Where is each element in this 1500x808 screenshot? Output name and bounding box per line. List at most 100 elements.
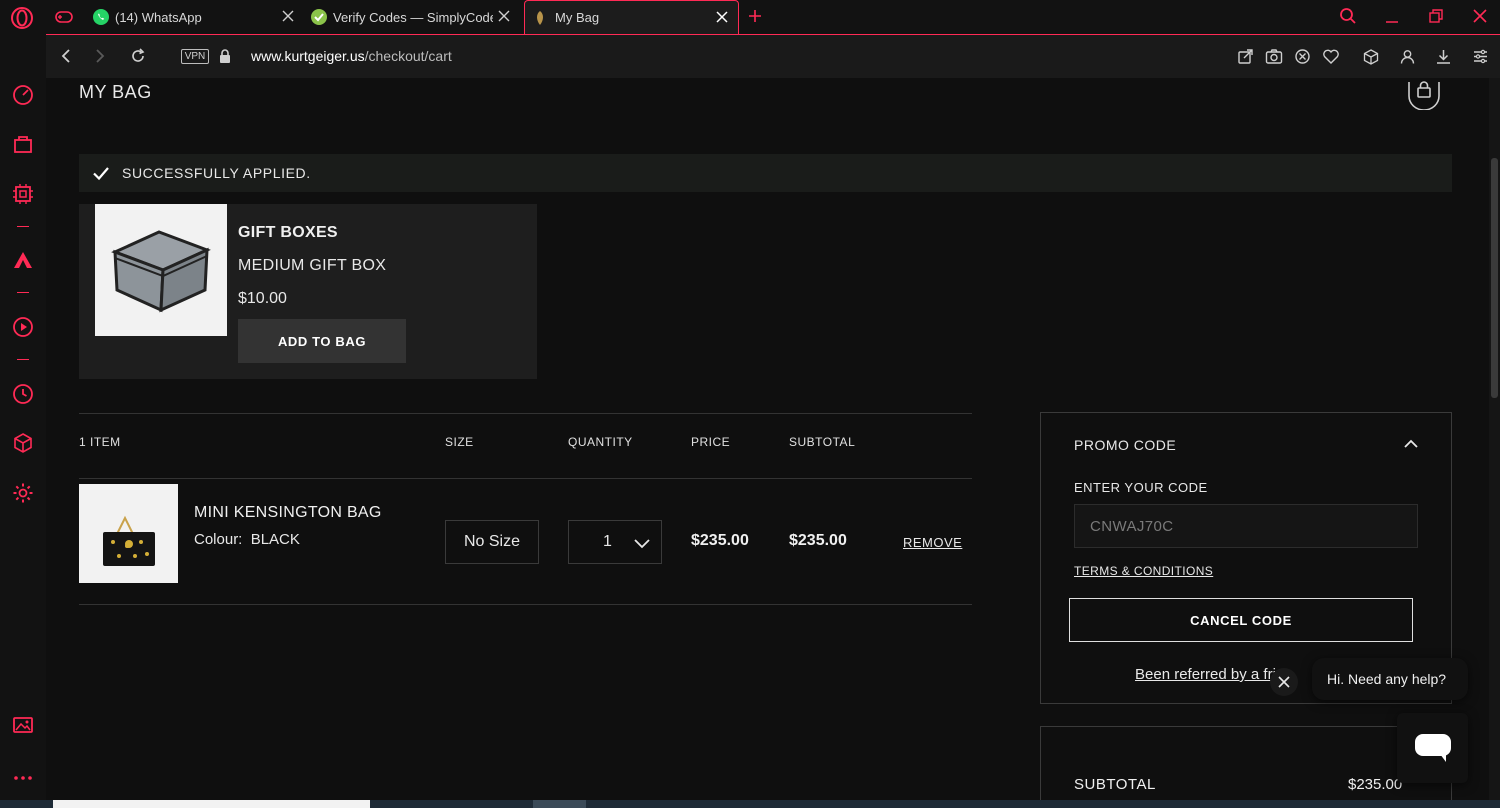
items-count-header: 1 ITEM [79, 435, 121, 449]
forward-icon[interactable] [92, 48, 108, 64]
easy-setup-menu-icon[interactable] [1472, 48, 1489, 65]
kurt-geiger-favicon-icon [533, 10, 547, 26]
summary-subtotal-label: SUBTOTAL [1074, 776, 1156, 793]
promo-title[interactable]: PROMO CODE [1074, 437, 1176, 453]
subtotal-header: SUBTOTAL [789, 435, 856, 449]
notice-text: SUCCESSFULLY APPLIED. [122, 165, 311, 181]
chevron-down-icon [633, 536, 651, 549]
page-title: MY BAG [79, 82, 152, 102]
remove-link[interactable]: REMOVE [903, 535, 962, 550]
history-icon[interactable] [11, 382, 35, 406]
divider [79, 413, 972, 414]
tab-bar: (14) WhatsApp Verify Codes — SimplyCodes… [0, 0, 1500, 34]
gift-name: MEDIUM GIFT BOX [238, 257, 387, 274]
tab-title: (14) WhatsApp [115, 9, 202, 25]
address-bar: VPN www.kurtgeiger.us/checkout/cart [46, 34, 1500, 78]
add-to-bag-button[interactable]: ADD TO BAG [238, 319, 406, 363]
product-colour: Colour: BLACK [194, 531, 300, 548]
restore-window-icon[interactable] [1428, 8, 1444, 24]
quantity-header: QUANTITY [568, 435, 633, 449]
chat-launcher-button[interactable] [1397, 713, 1468, 783]
opera-logo-icon[interactable] [10, 6, 34, 30]
aria-icon[interactable] [11, 248, 35, 272]
product-name[interactable]: MINI KENSINGTON BAG [194, 504, 382, 522]
ad-block-icon[interactable] [1294, 48, 1311, 65]
download-icon[interactable] [1435, 48, 1452, 65]
player-icon[interactable] [11, 315, 35, 339]
quantity-value: 1 [603, 533, 612, 550]
sidebar-divider [17, 292, 29, 293]
checkmark-icon [92, 165, 110, 181]
page-scrollbar-track[interactable] [1489, 78, 1500, 808]
more-options-icon[interactable] [11, 766, 35, 790]
sidebar-divider [17, 359, 29, 360]
tab-title: My Bag [555, 10, 600, 25]
lock-icon[interactable] [218, 48, 232, 64]
cart-item-row: MINI KENSINGTON BAG Colour: BLACK No Siz… [79, 484, 972, 604]
close-tab-icon[interactable] [714, 9, 730, 25]
taskbar-item[interactable] [533, 800, 586, 808]
gift-box-panel: GIFT BOXES MEDIUM GIFT BOX $10.00 ADD TO… [79, 204, 537, 379]
reload-icon[interactable] [130, 48, 146, 64]
camera-icon[interactable] [1265, 48, 1283, 65]
simplycodes-icon [310, 8, 328, 26]
minimize-window-icon[interactable] [1384, 8, 1400, 24]
tab-simplycodes[interactable]: Verify Codes — SimplyCodes [310, 0, 520, 34]
url-field[interactable]: www.kurtgeiger.us/checkout/cart [251, 48, 452, 64]
quantity-select[interactable]: 1 [568, 520, 662, 564]
page-scrollbar-thumb[interactable] [1491, 158, 1498, 398]
shopping-bag-icon[interactable] [11, 132, 35, 156]
game-controller-icon[interactable] [54, 9, 74, 25]
chat-prompt-bubble[interactable]: Hi. Need any help? [1312, 658, 1468, 700]
order-summary-panel: SUBTOTAL $235.00 [1040, 726, 1452, 808]
new-tab-icon[interactable] [747, 8, 763, 24]
url-domain: www.kurtgeiger.us [251, 48, 365, 64]
close-tab-icon[interactable] [496, 8, 512, 24]
close-chat-prompt-icon[interactable] [1270, 668, 1298, 696]
opera-sidebar [0, 34, 46, 808]
back-icon[interactable] [58, 48, 74, 64]
chat-icon [1414, 732, 1452, 766]
tab-whatsapp[interactable]: (14) WhatsApp [92, 0, 304, 34]
size-header: SIZE [445, 435, 474, 449]
whatsapp-icon [92, 8, 110, 26]
size-field[interactable]: No Size [445, 520, 539, 564]
cube-icon[interactable] [1362, 48, 1380, 66]
search-tabs-icon[interactable] [1339, 7, 1357, 25]
promo-code-value: CNWAJ70C [1090, 518, 1174, 535]
gift-category: GIFT BOXES [238, 224, 338, 241]
promo-code-input[interactable]: CNWAJ70C [1074, 504, 1418, 548]
tab-my-bag[interactable]: My Bag [524, 0, 739, 34]
success-notice: SUCCESSFULLY APPLIED. [79, 154, 1452, 192]
settings-gear-icon[interactable] [11, 481, 35, 505]
share-icon[interactable] [1237, 48, 1254, 65]
gift-price: $10.00 [238, 290, 287, 307]
divider [79, 604, 972, 605]
cancel-code-button[interactable]: CANCEL CODE [1069, 598, 1413, 642]
product-image[interactable] [79, 484, 178, 583]
terms-link[interactable]: TERMS & CONDITIONS [1074, 564, 1213, 578]
tab-title: Verify Codes — SimplyCodes [333, 9, 493, 25]
chevron-up-icon[interactable] [1403, 437, 1419, 451]
cube-icon[interactable] [11, 431, 35, 455]
colour-value: BLACK [250, 531, 300, 548]
referred-link[interactable]: Been referred by a fri [1135, 666, 1276, 683]
extension-chip-icon[interactable] [11, 182, 35, 206]
vpn-badge[interactable]: VPN [181, 49, 209, 64]
url-path: /checkout/cart [364, 48, 452, 64]
heart-icon[interactable] [1322, 48, 1340, 65]
gift-box-image[interactable] [95, 204, 227, 336]
profile-icon[interactable] [1399, 48, 1416, 65]
close-tab-icon[interactable] [280, 8, 296, 24]
secure-checkout-lock-icon [1406, 78, 1442, 111]
speed-dial-icon[interactable] [11, 82, 35, 106]
sidebar-divider [17, 226, 29, 227]
item-subtotal: $235.00 [789, 532, 847, 549]
close-window-icon[interactable] [1472, 8, 1488, 24]
divider [79, 478, 972, 479]
enter-code-label: ENTER YOUR CODE [1074, 480, 1208, 495]
gallery-icon[interactable] [11, 713, 35, 737]
horizontal-scroll-thumb[interactable] [53, 800, 370, 808]
chat-prompt-text: Hi. Need any help? [1327, 671, 1447, 687]
bottom-bar [0, 800, 1500, 808]
